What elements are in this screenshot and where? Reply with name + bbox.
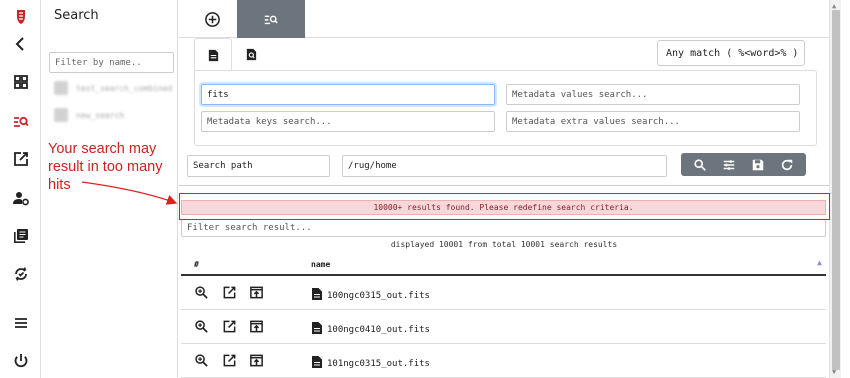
back-arrow-icon[interactable] [0, 29, 41, 59]
search-icon[interactable] [693, 158, 707, 172]
match-mode-select[interactable]: Any match ( %<word>% ) [657, 40, 805, 66]
dashboard-grid-icon[interactable] [0, 67, 41, 97]
crest-logo-icon [0, 2, 41, 32]
zoom-in-icon[interactable] [194, 319, 210, 335]
zoom-in-icon[interactable] [194, 285, 210, 301]
main-content: Any match ( %<word>% ) Search path 10000… [179, 0, 829, 378]
metadata-search-icon [246, 48, 256, 60]
result-summary: displayed 10001 from total 10001 search … [390, 240, 618, 249]
filter-result-input[interactable] [181, 219, 826, 237]
results-table: # name ▲ 100ngc0315_out.fits 100ngc0410_o… [181, 252, 826, 378]
saved-search-item[interactable]: test_search_combined [54, 81, 172, 95]
tune-icon[interactable] [722, 158, 736, 172]
file-icon [311, 287, 323, 304]
open-external-icon[interactable] [0, 144, 41, 174]
open-in-browser-icon[interactable] [249, 353, 265, 369]
add-circle-icon [204, 11, 220, 27]
criteria-form [194, 70, 817, 146]
user-settings-icon[interactable] [0, 183, 41, 213]
file-name: 100ngc0315_out.fits [327, 290, 430, 301]
new-tab-button[interactable] [187, 0, 237, 38]
filename-search-input[interactable] [201, 84, 495, 105]
saved-search-icon [54, 81, 68, 95]
file-name-cell[interactable]: 100ngc0410_out.fits [311, 321, 430, 338]
saved-search-item[interactable]: new_search [54, 108, 124, 122]
top-tabs [179, 0, 829, 38]
search-path-input[interactable] [342, 155, 667, 177]
panel-title: Search [54, 8, 99, 23]
table-row[interactable]: 100ngc0410_out.fits [181, 310, 826, 344]
scroll-down-arrow-icon[interactable]: ▼ [832, 368, 836, 376]
search-criteria: Any match ( %<word>% ) [194, 38, 817, 146]
manage-search-icon [264, 15, 278, 25]
annotation-callout: Your search may result in too many hits [48, 141, 163, 193]
open-external-icon[interactable] [222, 353, 238, 369]
scroll-up-arrow-icon[interactable]: ▲ [832, 2, 836, 10]
refresh-icon[interactable] [780, 158, 794, 172]
sort-ascending-icon[interactable]: ▲ [817, 258, 822, 267]
search-actions [681, 153, 806, 176]
annotation-highlight-box [179, 193, 830, 220]
tab-metadata-search[interactable] [232, 38, 270, 70]
scroll-thumb[interactable] [832, 10, 840, 370]
filter-by-name-input[interactable] [49, 52, 174, 73]
open-in-browser-icon[interactable] [249, 285, 265, 301]
save-icon[interactable] [751, 158, 765, 172]
metadata-extra-values-input[interactable] [506, 111, 800, 132]
table-row[interactable]: 101ngc0315_out.fits [181, 344, 826, 378]
open-external-icon[interactable] [222, 319, 238, 335]
divider [179, 185, 829, 186]
open-external-icon[interactable] [222, 285, 238, 301]
criteria-tabs: Any match ( %<word>% ) [194, 38, 817, 71]
menu-icon[interactable] [0, 308, 41, 338]
file-icon [311, 355, 323, 372]
table-row[interactable]: 100ngc0315_out.fits [181, 276, 826, 310]
library-books-icon[interactable] [0, 221, 41, 251]
search-path-label: Search path [187, 155, 330, 177]
file-icon [208, 49, 218, 61]
file-name-cell[interactable]: 100ngc0315_out.fits [311, 287, 430, 304]
search-icon[interactable] [0, 106, 41, 136]
file-name: 100ngc0410_out.fits [327, 324, 430, 335]
saved-search-icon [54, 108, 68, 122]
sync-icon[interactable] [0, 259, 41, 289]
metadata-values-input[interactable] [506, 84, 800, 105]
table-header: # name ▲ [181, 252, 826, 276]
open-in-browser-icon[interactable] [249, 319, 265, 335]
zoom-in-icon[interactable] [194, 353, 210, 369]
file-icon [311, 321, 323, 338]
vertical-scrollbar[interactable]: ▲ ▼ [829, 0, 841, 378]
file-name: 101ngc0315_out.fits [327, 358, 430, 369]
tab-file-search[interactable] [194, 38, 232, 71]
column-header-name[interactable]: name [311, 260, 330, 269]
file-name-cell[interactable]: 101ngc0315_out.fits [311, 355, 430, 372]
power-icon[interactable] [0, 346, 41, 376]
search-tab[interactable] [237, 0, 305, 38]
metadata-keys-input[interactable] [201, 111, 495, 132]
left-rail [0, 0, 41, 378]
column-header-index: # [194, 260, 199, 269]
